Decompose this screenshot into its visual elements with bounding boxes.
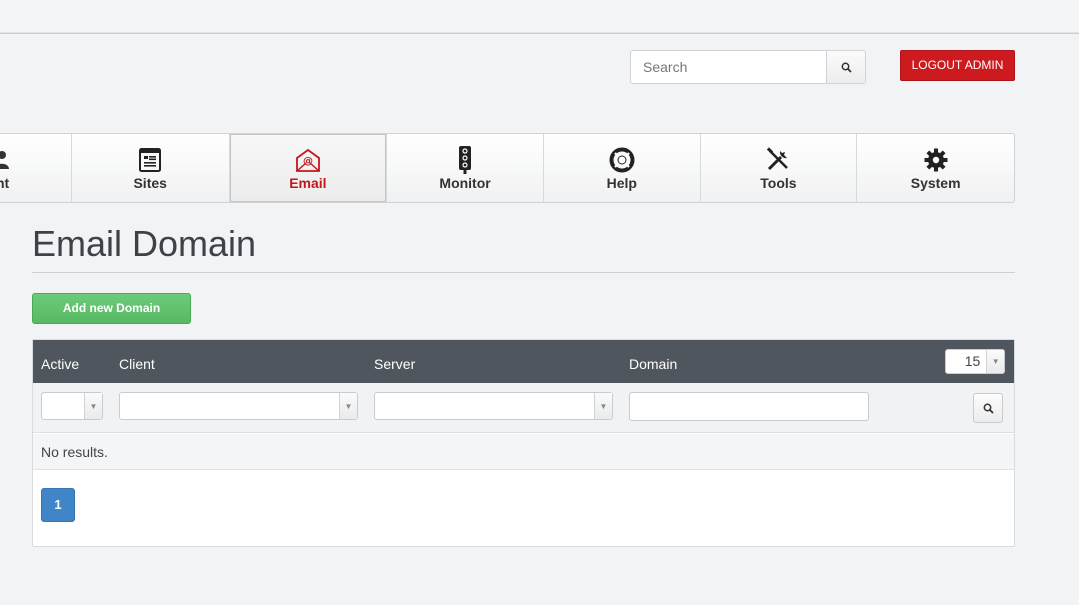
filter-search-button[interactable]: [973, 393, 1003, 423]
main-nav: nt Sites @ Email: [0, 133, 1015, 203]
search-input[interactable]: [631, 51, 826, 83]
nav-item-sites[interactable]: Sites: [72, 134, 230, 202]
search-icon: [983, 403, 994, 414]
nav-item-monitor[interactable]: Monitor: [387, 134, 544, 202]
title-divider: [32, 272, 1015, 273]
nav-label: Monitor: [439, 175, 491, 191]
nav-item-system[interactable]: System: [857, 134, 1014, 202]
search-icon: [841, 62, 852, 73]
table-header: Active Client Server Domain 15 ▼: [33, 340, 1014, 383]
column-header-active[interactable]: Active: [41, 356, 79, 372]
gear-icon: [923, 146, 949, 174]
server-filter-select[interactable]: ▼: [374, 392, 613, 420]
email-icon: @: [295, 146, 321, 174]
nav-item-email[interactable]: @ Email: [229, 134, 388, 202]
chevron-down-icon: ▼: [84, 393, 102, 419]
nav-label: Sites: [133, 175, 167, 191]
server-filter-value: [375, 393, 594, 419]
traffic-light-icon: [452, 146, 478, 174]
nav-label: Tools: [760, 175, 797, 191]
nav-label: Help: [606, 175, 637, 191]
pagination-page-1[interactable]: 1: [41, 488, 75, 522]
tools-icon: [765, 146, 791, 174]
nav-item-tools[interactable]: Tools: [701, 134, 858, 202]
nav-item-client[interactable]: nt: [0, 134, 72, 202]
filter-row: ▼ ▼ ▼: [33, 383, 1014, 433]
users-icon: [0, 146, 18, 174]
svg-text:@: @: [303, 156, 313, 167]
active-filter-value: [42, 393, 84, 419]
sites-icon: [137, 146, 163, 174]
nav-label: System: [910, 175, 961, 191]
page-title: Email Domain: [32, 223, 257, 264]
page-size-select[interactable]: 15 ▼: [945, 349, 1005, 374]
chevron-down-icon: ▼: [594, 393, 612, 419]
nav-label: Email: [289, 175, 327, 191]
page-size-value: 15: [964, 353, 981, 369]
top-bar: [0, 0, 1079, 34]
domain-filter-input[interactable]: [629, 392, 869, 421]
search-box: [630, 50, 866, 84]
domain-table: Active Client Server Domain 15 ▼ ▼ ▼ ▼ N…: [32, 339, 1015, 547]
add-domain-button[interactable]: Add new Domain: [32, 293, 191, 324]
chevron-down-icon: ▼: [986, 350, 1004, 373]
column-header-server[interactable]: Server: [374, 356, 415, 372]
empty-row: No results.: [33, 434, 1014, 470]
client-filter-select[interactable]: ▼: [119, 392, 358, 420]
no-results-text: No results.: [41, 444, 108, 460]
client-filter-value: [120, 393, 339, 419]
nav-item-help[interactable]: Help: [544, 134, 701, 202]
active-filter-select[interactable]: ▼: [41, 392, 103, 420]
lifebuoy-icon: [609, 146, 635, 174]
column-header-client[interactable]: Client: [119, 356, 155, 372]
nav-label: nt: [0, 175, 10, 191]
column-header-domain[interactable]: Domain: [629, 356, 677, 372]
chevron-down-icon: ▼: [339, 393, 357, 419]
search-button[interactable]: [826, 51, 865, 83]
logout-button[interactable]: LOGOUT ADMIN: [900, 50, 1015, 81]
